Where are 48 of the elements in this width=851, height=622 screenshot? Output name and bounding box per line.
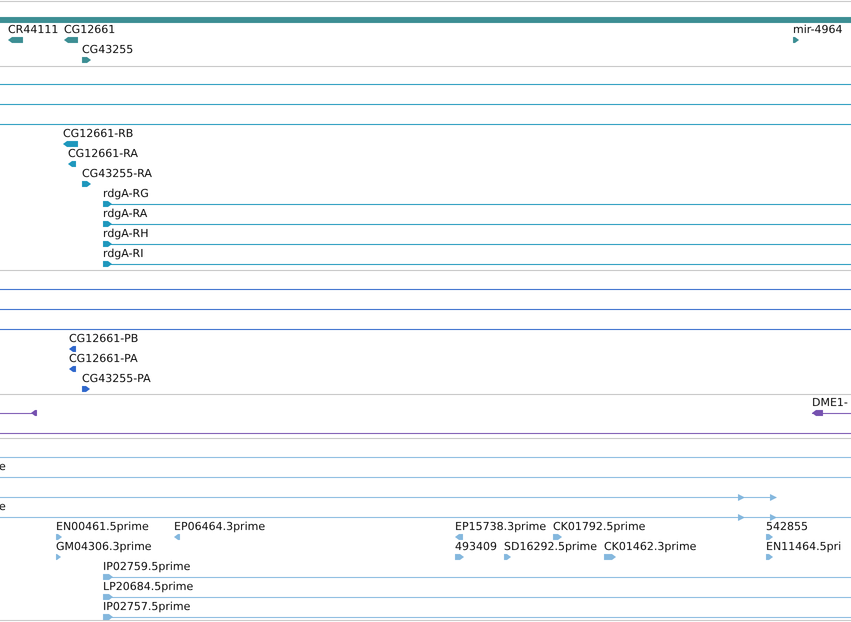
feature-label[interactable]: CG43255-PA: [82, 373, 151, 384]
feature-label[interactable]: DME1-: [812, 397, 848, 408]
feature-arrow-icon[interactable]: [103, 221, 112, 227]
feature-label[interactable]: rdgA-RI: [103, 248, 144, 259]
feature-arrow-icon[interactable]: [103, 261, 112, 267]
feature-label[interactable]: GM04306.3prime: [56, 541, 152, 552]
feature-arrow-icon[interactable]: [82, 386, 90, 392]
feature-label[interactable]: mir-4964: [793, 24, 843, 35]
feature-label[interactable]: 542855: [766, 521, 808, 532]
feature-arrow-icon[interactable]: [63, 141, 78, 147]
feature-arrow-icon[interactable]: [793, 37, 799, 43]
feature-label[interactable]: CG12661: [64, 24, 116, 35]
feature-label[interactable]: CG12661-RA: [68, 148, 138, 159]
feature-label[interactable]: CK01462.3prime: [604, 541, 696, 552]
feature-arrow-icon[interactable]: [103, 201, 112, 207]
feature-label[interactable]: rdgA-RA: [103, 208, 148, 219]
feature-arrow-icon[interactable]: [82, 57, 91, 63]
feature-label[interactable]: 493409: [455, 541, 497, 552]
feature-label[interactable]: rdgA-RH: [103, 228, 148, 239]
feature-label[interactable]: rdgA-RG: [103, 188, 149, 199]
feature-label[interactable]: EN11464.5pri: [766, 541, 842, 552]
feature-arrow-icon[interactable]: [69, 366, 76, 372]
feature-label[interactable]: SD16292.5prime: [504, 541, 597, 552]
chevron-icon: [770, 514, 777, 521]
feature-label[interactable]: CG43255-RA: [82, 168, 152, 179]
chevron-icon: [770, 494, 777, 501]
feature-label[interactable]: CG12661-PB: [69, 333, 138, 344]
feature-label[interactable]: CK01792.5prime: [553, 521, 646, 532]
feature-label[interactable]: CG12661-RB: [63, 128, 134, 139]
feature-label[interactable]: CG12661-PA: [69, 353, 138, 364]
feature-arrow-icon[interactable]: [68, 161, 76, 167]
chevron-icon: [738, 514, 745, 521]
feature-arrow-icon[interactable]: [103, 241, 112, 247]
chevron-icon: [738, 494, 745, 501]
feature-arrow-icon[interactable]: [8, 37, 23, 43]
feature-label[interactable]: EP15738.3prime: [455, 521, 546, 532]
feature-label[interactable]: CG43255: [82, 44, 134, 55]
feature-arrow-icon[interactable]: [31, 410, 37, 416]
feature-label[interactable]: EN00461.5prime: [56, 521, 149, 532]
feature-label[interactable]: EP06464.3prime: [174, 521, 266, 532]
feature-arrow-icon[interactable]: [69, 346, 76, 352]
feature-label[interactable]: CR44111: [8, 24, 58, 35]
feature-arrow-icon[interactable]: [82, 181, 91, 187]
feature-arrow-icon[interactable]: [64, 37, 78, 43]
feature-arrow-icon[interactable]: [812, 410, 823, 416]
feature-label[interactable]: IP02759.5prime: [103, 561, 190, 572]
feature-label[interactable]: IP02757.5prime: [103, 601, 190, 612]
feature-label[interactable]: LP20684.5prime: [103, 581, 194, 592]
